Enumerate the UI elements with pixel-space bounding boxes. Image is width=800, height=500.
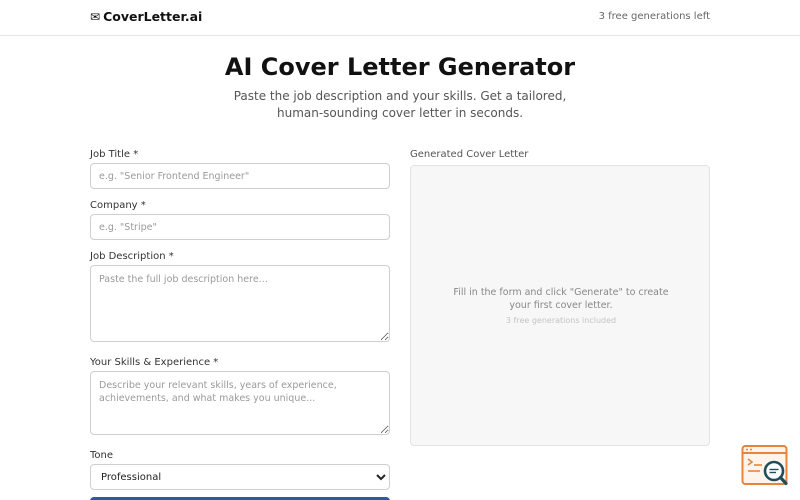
- tone-select[interactable]: Professional: [90, 464, 390, 490]
- job-title-label: Job Title *: [90, 149, 139, 160]
- output-empty-message: Fill in the form and click "Generate" to…: [453, 287, 669, 311]
- job-title-input[interactable]: [90, 163, 390, 189]
- skills-textarea[interactable]: [90, 371, 390, 435]
- page-title: AI Cover Letter Generator: [224, 53, 576, 81]
- floating-widget-button[interactable]: [741, 444, 789, 488]
- tone-label: Tone: [90, 450, 114, 461]
- company-input[interactable]: [90, 214, 390, 240]
- job-description-label: Job Description *: [90, 251, 174, 262]
- top-bar: ✉ CoverLetter.ai 3 free generations left: [0, 0, 800, 36]
- credits-remaining: 3 free generations left: [598, 11, 710, 22]
- job-description-textarea[interactable]: [90, 265, 390, 342]
- page-subtitle: Paste the job description and your skill…: [233, 89, 567, 120]
- company-label: Company *: [90, 200, 146, 211]
- logo-text: CoverLetter.ai: [103, 9, 203, 24]
- output-note: 3 free generations included: [505, 316, 617, 325]
- output-label: Generated Cover Letter: [410, 149, 529, 160]
- skills-label: Your Skills & Experience *: [90, 357, 219, 368]
- logo[interactable]: ✉ CoverLetter.ai: [90, 9, 202, 24]
- envelope-icon: ✉: [90, 9, 101, 24]
- code-search-icon: [741, 445, 788, 486]
- output-panel: Fill in the form and click "Generate" to…: [410, 165, 710, 446]
